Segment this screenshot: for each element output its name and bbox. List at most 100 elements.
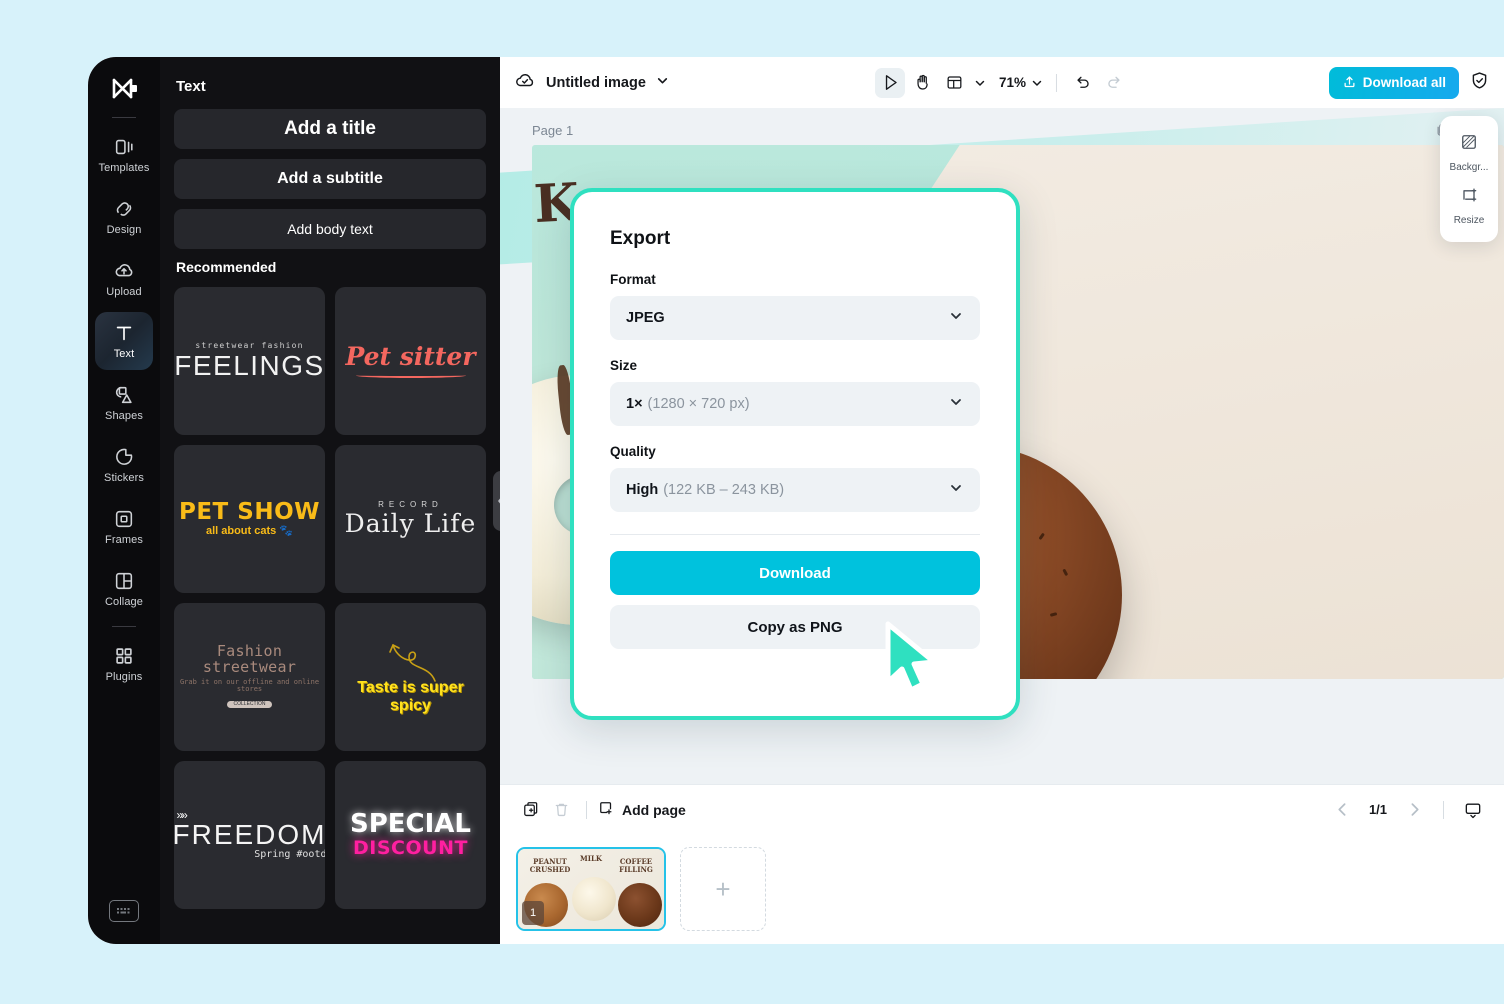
size-select[interactable]: 1× (1280 × 720 px): [610, 382, 980, 426]
frames-icon: [113, 508, 135, 530]
template-main-text: FEELINGS: [174, 349, 325, 381]
sidebar-item-design[interactable]: Design: [95, 188, 153, 246]
template-sub-text: Grab it on our offline and online stores: [179, 677, 320, 693]
template-sub-text: all about cats 🐾: [205, 525, 294, 538]
size-detail: (1280 × 720 px): [647, 396, 750, 412]
template-underline-decoration: [355, 373, 466, 378]
plus-icon: +: [715, 874, 731, 904]
thumb-word-milk: MILK: [579, 854, 603, 863]
recommended-templates-grid: streetwear fashion FEELINGS Pet sitter P…: [174, 287, 486, 909]
select-tool-button[interactable]: [874, 67, 905, 98]
previous-page-button[interactable]: [1327, 795, 1357, 825]
thumb-donut-coffee: [618, 883, 662, 927]
add-a-title-button[interactable]: Add a title: [174, 109, 486, 149]
redo-button[interactable]: [1099, 68, 1129, 98]
rail-divider-2: [112, 626, 136, 627]
background-pattern-icon: [1459, 132, 1479, 157]
template-card-fashion-streetwear[interactable]: Fashion streetwear Grab it on our offlin…: [174, 603, 325, 751]
zoom-chevron-down-icon[interactable]: [1028, 69, 1046, 97]
bottom-toolbar: Add page 1/1: [500, 784, 1504, 834]
quality-select[interactable]: High (122 KB – 243 KB): [610, 468, 980, 512]
page-thumbnail-1[interactable]: PEANUT CRUSHED MILK COFFEE FILLING 1: [516, 847, 666, 931]
sidebar-item-label: Plugins: [105, 671, 143, 683]
collapse-panel-handle[interactable]: [493, 470, 500, 531]
cloud-saved-icon[interactable]: [514, 69, 536, 96]
sidebar-item-upload[interactable]: Upload: [95, 250, 153, 308]
sidebar-item-text[interactable]: Text: [95, 312, 153, 370]
template-main-text: Daily Life: [344, 509, 477, 539]
sidebar-item-frames[interactable]: Frames: [95, 498, 153, 556]
text-side-panel: Text Add a title Add a subtitle Add body…: [160, 57, 500, 944]
template-card-freedom[interactable]: »» FREEDOM Spring #ootd: [174, 761, 325, 909]
chevron-down-icon: [948, 394, 964, 415]
shield-check-icon[interactable]: [1469, 70, 1490, 96]
page-label: Page 1: [532, 123, 574, 138]
hand-icon: [916, 74, 928, 90]
sidebar-item-label: Design: [106, 224, 142, 236]
chevron-left-icon: [1337, 803, 1345, 816]
add-a-subtitle-button[interactable]: Add a subtitle: [174, 159, 486, 199]
sidebar-item-label: Shapes: [105, 410, 143, 422]
zoom-level-label: 71%: [998, 75, 1027, 90]
add-page-thumbnail-button[interactable]: +: [680, 847, 766, 931]
template-pill-text: COLLECTION: [226, 701, 273, 709]
cursor-arrow-icon: [885, 75, 897, 90]
plugins-grid-icon: [113, 645, 135, 667]
template-card-feelings[interactable]: streetwear fashion FEELINGS: [174, 287, 325, 435]
collage-icon: [113, 570, 135, 592]
next-page-button[interactable]: [1399, 795, 1429, 825]
template-card-pet-show[interactable]: PET SHOW all about cats 🐾: [174, 445, 325, 593]
rail-divider: [112, 117, 136, 118]
format-label: Format: [610, 272, 656, 287]
add-body-text-button[interactable]: Add body text: [174, 209, 486, 249]
template-card-pet-sitter[interactable]: Pet sitter: [335, 287, 486, 435]
add-page-label: Add page: [622, 801, 686, 818]
resize-tool-button[interactable]: Resize: [1440, 179, 1498, 232]
page-indicator: 1/1: [1368, 802, 1388, 817]
download-all-button[interactable]: Download all: [1328, 66, 1459, 99]
template-main-text: SPECIAL: [350, 809, 471, 840]
bottom-divider: [586, 800, 587, 819]
template-card-special-discount[interactable]: SPECIAL DISCOUNT: [335, 761, 486, 909]
title-chevron-down-icon[interactable]: [656, 74, 669, 92]
undo-button[interactable]: [1067, 68, 1097, 98]
document-title[interactable]: Untitled image: [546, 75, 646, 91]
delete-page-button[interactable]: [546, 795, 576, 825]
right-tools-panel: Backgr... Resize: [1440, 116, 1498, 242]
size-label: Size: [610, 358, 638, 373]
sidebar-item-plugins[interactable]: Plugins: [95, 635, 153, 693]
template-card-daily-life[interactable]: RECORD Daily Life: [335, 445, 486, 593]
sidebar-item-stickers[interactable]: Stickers: [95, 436, 153, 494]
hand-tool-button[interactable]: [907, 68, 937, 98]
present-button[interactable]: [1458, 795, 1488, 825]
redo-arrow-icon: [1107, 76, 1120, 88]
thumb-word-peanut-crushed: PEANUT CRUSHED: [529, 857, 571, 875]
template-main-text: PET SHOW: [178, 499, 320, 526]
download-button[interactable]: Download: [610, 551, 980, 595]
size-value: 1×: [626, 396, 643, 412]
trash-icon: [555, 803, 567, 817]
layout-chevron-down-icon[interactable]: [971, 69, 989, 97]
template-card-taste-spicy[interactable]: Taste is super spicy: [335, 603, 486, 751]
page-thumbnail-strip: PEANUT CRUSHED MILK COFFEE FILLING 1 +: [500, 834, 1504, 944]
layout-tool-button[interactable]: [939, 68, 969, 98]
background-tool-button[interactable]: Backgr...: [1440, 126, 1498, 179]
chevron-down-icon: [948, 480, 964, 501]
download-all-label: Download all: [1362, 75, 1446, 90]
duplicate-page-button[interactable]: [516, 795, 546, 825]
design-icon: [113, 198, 135, 220]
sidebar-item-label: Templates: [98, 162, 150, 174]
recommended-section-title: Recommended: [176, 259, 277, 275]
sidebar-item-templates[interactable]: Templates: [95, 126, 153, 184]
template-main-text: Pet sitter: [345, 342, 476, 372]
bottom-divider-2: [1443, 800, 1444, 819]
add-page-button[interactable]: Add page: [597, 799, 686, 820]
sidebar-item-collage[interactable]: Collage: [95, 560, 153, 618]
dialog-divider: [610, 534, 980, 535]
copy-as-png-button[interactable]: Copy as PNG: [610, 605, 980, 649]
format-select[interactable]: JPEG: [610, 296, 980, 340]
left-navigation-rail: Templates Design Upload Text Shapes Stic…: [88, 57, 160, 944]
capcut-logo-icon[interactable]: [106, 71, 142, 107]
sidebar-item-shapes[interactable]: Shapes: [95, 374, 153, 432]
keyboard-shortcuts-button[interactable]: [109, 900, 139, 922]
